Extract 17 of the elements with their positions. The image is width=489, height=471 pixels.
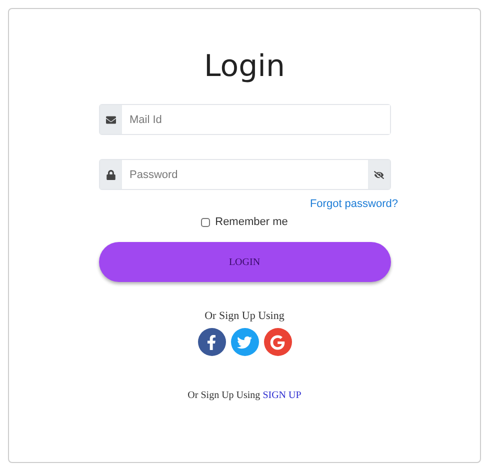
remember-label: Remember me (215, 216, 288, 228)
twitter-button[interactable] (230, 328, 258, 356)
eye-slash-icon[interactable] (374, 170, 384, 180)
envelope-icon (106, 114, 116, 124)
remember-checkbox[interactable] (201, 218, 210, 226)
login-button[interactable]: LOGIN (98, 242, 390, 282)
forgot-password-link[interactable]: Forgot password? (310, 198, 398, 210)
google-logo (270, 334, 285, 350)
facebook-button[interactable] (198, 328, 226, 356)
lock-icon (106, 170, 116, 180)
twitter-logo (237, 334, 252, 350)
signup-link[interactable]: SIGN UP (262, 390, 302, 401)
social-label: Or Sign Up Using (204, 310, 284, 322)
signup-text: Or Sign Up Using SIGN UP (188, 390, 302, 401)
password-field[interactable]: Password (98, 159, 390, 190)
google-button[interactable] (264, 328, 292, 356)
login-title: Login (204, 49, 285, 84)
